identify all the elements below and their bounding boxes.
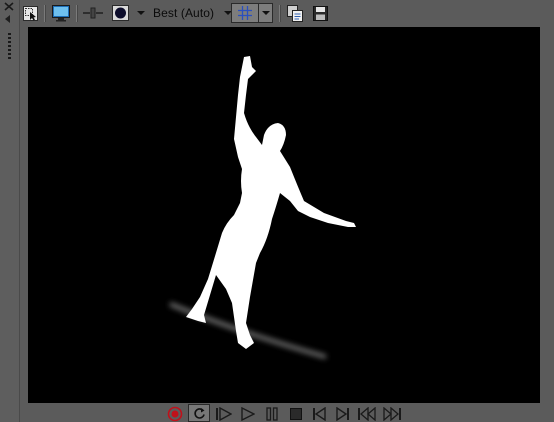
- dock-grip-handle[interactable]: [8, 33, 11, 61]
- transport-bar: [20, 403, 554, 422]
- select-icon[interactable]: [22, 4, 39, 22]
- toolbar-separator: [279, 5, 281, 22]
- split-icon[interactable]: [83, 4, 103, 22]
- dancer-silhouette: [186, 56, 356, 349]
- next-marker-icon[interactable]: [383, 406, 401, 422]
- record-icon[interactable]: [166, 406, 184, 422]
- save-icon[interactable]: [312, 4, 329, 22]
- grid-toggle-button[interactable]: [231, 3, 273, 23]
- video-preview[interactable]: [28, 27, 540, 403]
- preview-frame: [169, 56, 356, 359]
- loop-icon[interactable]: [188, 404, 210, 422]
- grid-dropdown-icon[interactable]: [259, 11, 272, 15]
- collapse-arrow-icon[interactable]: [5, 15, 10, 23]
- pause-icon[interactable]: [263, 406, 281, 422]
- prev-marker-icon[interactable]: [358, 406, 376, 422]
- dock-strip: [0, 0, 20, 422]
- preview-toolbar: Best (Auto): [20, 0, 554, 27]
- toolbar-separator: [44, 5, 46, 22]
- close-icon[interactable]: [4, 2, 14, 11]
- overlay-dropdown-icon[interactable]: [136, 4, 146, 22]
- next-frame-icon[interactable]: [334, 406, 352, 422]
- toolbar-separator: [76, 5, 78, 22]
- quality-label: Best (Auto): [153, 6, 215, 20]
- play-icon[interactable]: [239, 406, 257, 422]
- prev-frame-icon[interactable]: [310, 406, 328, 422]
- monitor-icon[interactable]: [51, 4, 70, 22]
- grid-icon[interactable]: [232, 4, 259, 22]
- quality-dropdown[interactable]: Best (Auto): [153, 5, 233, 21]
- overlay-icon[interactable]: [111, 4, 129, 22]
- copy-icon[interactable]: [286, 4, 303, 22]
- stop-icon[interactable]: [287, 406, 305, 422]
- play-from-start-icon[interactable]: [215, 406, 233, 422]
